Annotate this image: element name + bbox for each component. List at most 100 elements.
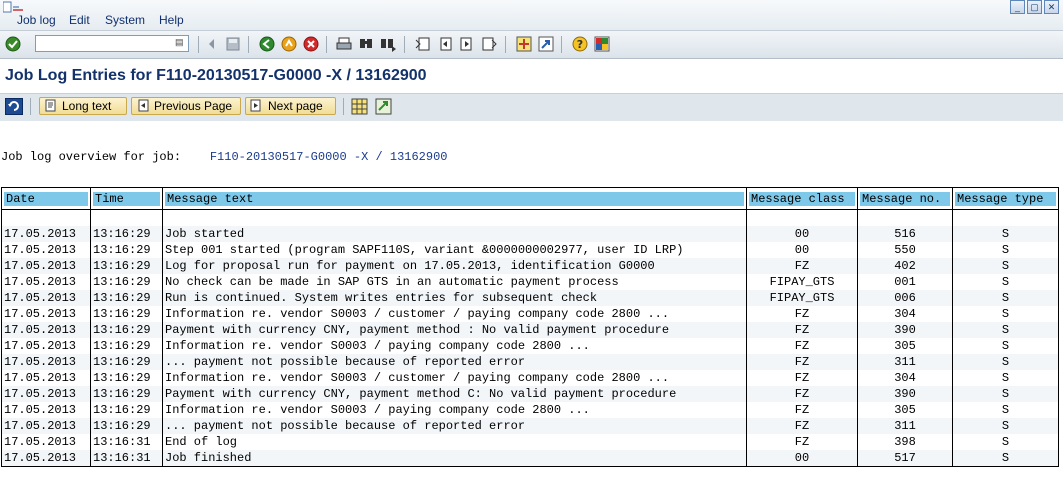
arrow-left-icon[interactable]	[204, 36, 220, 52]
cell-date: 17.05.2013	[1, 418, 91, 434]
toolbar-separator	[505, 36, 506, 53]
menubar: Job log Edit System Help _ ▢ ✕	[0, 0, 1063, 31]
cell-message-type: S	[952, 386, 1059, 402]
customize-layout-icon[interactable]	[594, 36, 610, 52]
previous-page-button[interactable]: Previous Page	[131, 97, 241, 115]
column-header-message-text[interactable]: Message text	[162, 187, 747, 210]
table-row[interactable]: 17.05.2013 13:16:29 Log for proposal run f…	[1, 258, 1059, 274]
cell-date: 17.05.2013	[1, 434, 91, 450]
refresh-icon[interactable]	[5, 98, 23, 115]
cell-message-text: Step 001 started (program SAPF110S, vari…	[162, 242, 747, 258]
column-header-message-type[interactable]: Message type	[952, 187, 1059, 210]
cell-message-type: S	[952, 322, 1059, 338]
shortcut-icon[interactable]	[538, 36, 554, 52]
cell-message-no: 006	[857, 290, 953, 306]
cell-time: 13:16:29	[90, 258, 163, 274]
title-bar: Job Log Entries for F110-20130517-G0000 …	[0, 59, 1063, 94]
cell-message-class: FIPAY_GTS	[746, 274, 858, 290]
table-row[interactable]: 17.05.2013 13:16:29 Step 001 started (prog…	[1, 242, 1059, 258]
cell-time: 13:16:29	[90, 242, 163, 258]
cell-message-text: Run is continued. System writes entries …	[162, 290, 747, 306]
cell-time: 13:16:29	[90, 418, 163, 434]
table-row[interactable]: 17.05.2013 13:16:29 Run is continued. Syst…	[1, 290, 1059, 306]
column-header-message-class[interactable]: Message class	[746, 187, 858, 210]
cell-message-no: 001	[857, 274, 953, 290]
save-icon[interactable]	[225, 36, 241, 52]
minimize-icon[interactable]: _	[1010, 0, 1025, 14]
job-name: F110-20130517-G0000 -X / 13162900	[209, 150, 448, 164]
table-row[interactable]: 17.05.2013 13:16:29 Job started 00 516 S	[1, 226, 1059, 242]
toolbar-separator	[404, 36, 405, 53]
table-row[interactable]: 17.05.2013 13:16:29 Payment with currency …	[1, 386, 1059, 402]
cell-message-type: S	[952, 274, 1059, 290]
table-layout-icon[interactable]	[351, 98, 368, 115]
cell-message-type: S	[952, 418, 1059, 434]
create-session-icon[interactable]	[516, 36, 532, 52]
table-row[interactable]: 17.05.2013 13:16:29... payment not possib…	[1, 418, 1059, 434]
cell-time: 13:16:29	[90, 402, 163, 418]
toolbar-separator	[561, 36, 562, 53]
menu-job-log[interactable]: Job log	[17, 13, 56, 27]
table-row[interactable]: 17.05.2013 13:16:29 No check can be made i…	[1, 274, 1059, 290]
cell-date: 17.05.2013	[1, 258, 91, 274]
print-icon[interactable]	[336, 36, 352, 52]
table-spacer-row	[1, 209, 1059, 226]
export-icon[interactable]	[375, 98, 392, 115]
cell-message-type: S	[952, 354, 1059, 370]
table-row[interactable]: 17.05.2013 13:16:29 Information re. vendor…	[1, 338, 1059, 354]
table-row[interactable]: 17.05.2013 13:16:29 Information re. vendor…	[1, 370, 1059, 386]
command-field[interactable]	[35, 35, 189, 52]
window-controls: _ ▢ ✕	[1010, 0, 1059, 14]
previous-page-icon	[138, 99, 149, 112]
previous-page-icon[interactable]	[437, 36, 453, 52]
cell-date: 17.05.2013	[1, 306, 91, 322]
back-icon[interactable]	[259, 36, 275, 52]
table-row[interactable]: 17.05.2013 13:16:29 Information re. vendor…	[1, 306, 1059, 322]
cell-date: 17.05.2013	[1, 290, 91, 306]
content-area: Job log overview for job: F110-20130517-…	[0, 121, 1063, 480]
cell-message-text: Information re. vendor S0003 / paying co…	[162, 338, 747, 354]
table-row[interactable]: 17.05.2013 13:16:29 Information re. vendor…	[1, 402, 1059, 418]
toolbar-separator	[326, 36, 327, 53]
menu-edit[interactable]: Edit	[69, 13, 90, 27]
cell-message-no: 550	[857, 242, 953, 258]
find-next-icon[interactable]	[380, 36, 396, 52]
cell-message-type: S	[952, 290, 1059, 306]
close-icon[interactable]: ✕	[1044, 0, 1059, 14]
table-row[interactable]: 17.05.2013 13:16:29 Payment with currency …	[1, 322, 1059, 338]
exit-icon[interactable]	[281, 36, 297, 52]
table-row[interactable]: 17.05.2013 13:16:31 End of log FZ 398 S	[1, 434, 1059, 450]
cell-message-text: Information re. vendor S0003 / paying co…	[162, 402, 747, 418]
column-header-message-no[interactable]: Message no.	[857, 187, 953, 210]
cell-message-class: FZ	[746, 354, 858, 370]
next-page-icon[interactable]	[459, 36, 475, 52]
cell-date: 17.05.2013	[1, 226, 91, 242]
next-page-button[interactable]: Next page	[245, 97, 336, 115]
maximize-icon[interactable]: ▢	[1027, 0, 1042, 14]
cell-message-class: FZ	[746, 386, 858, 402]
table-row[interactable]: 17.05.2013 13:16:31 Job finished 00 517 S	[1, 450, 1059, 467]
command-field-history-icon[interactable]: ▤	[175, 37, 184, 48]
long-text-button[interactable]: Long text	[39, 97, 127, 115]
page-title: Job Log Entries for F110-20130517-G0000 …	[5, 67, 427, 84]
table-row[interactable]: 17.05.2013 13:16:29... payment not possib…	[1, 354, 1059, 370]
next-page-icon	[250, 99, 261, 112]
cell-message-text: No check can be made in SAP GTS in an au…	[162, 274, 747, 290]
cell-message-class: FZ	[746, 322, 858, 338]
menu-help[interactable]: Help	[159, 13, 184, 27]
menu-system[interactable]: System	[105, 13, 145, 27]
column-header-time[interactable]: Time	[90, 187, 163, 210]
cell-message-class: 00	[746, 450, 858, 467]
cancel-icon[interactable]	[303, 36, 319, 52]
help-icon[interactable]: ?	[572, 36, 588, 52]
column-header-date[interactable]: Date	[1, 187, 91, 210]
enter-icon[interactable]	[5, 36, 21, 52]
cell-message-text: ... payment not possible because of repo…	[162, 354, 747, 370]
cell-message-no: 517	[857, 450, 953, 467]
last-page-icon[interactable]	[481, 36, 497, 52]
cell-message-class: 00	[746, 242, 858, 258]
cell-message-text: Payment with currency CNY, payment metho…	[162, 386, 747, 402]
cell-message-class: FZ	[746, 418, 858, 434]
first-page-icon[interactable]	[415, 36, 431, 52]
find-icon[interactable]	[358, 36, 374, 52]
